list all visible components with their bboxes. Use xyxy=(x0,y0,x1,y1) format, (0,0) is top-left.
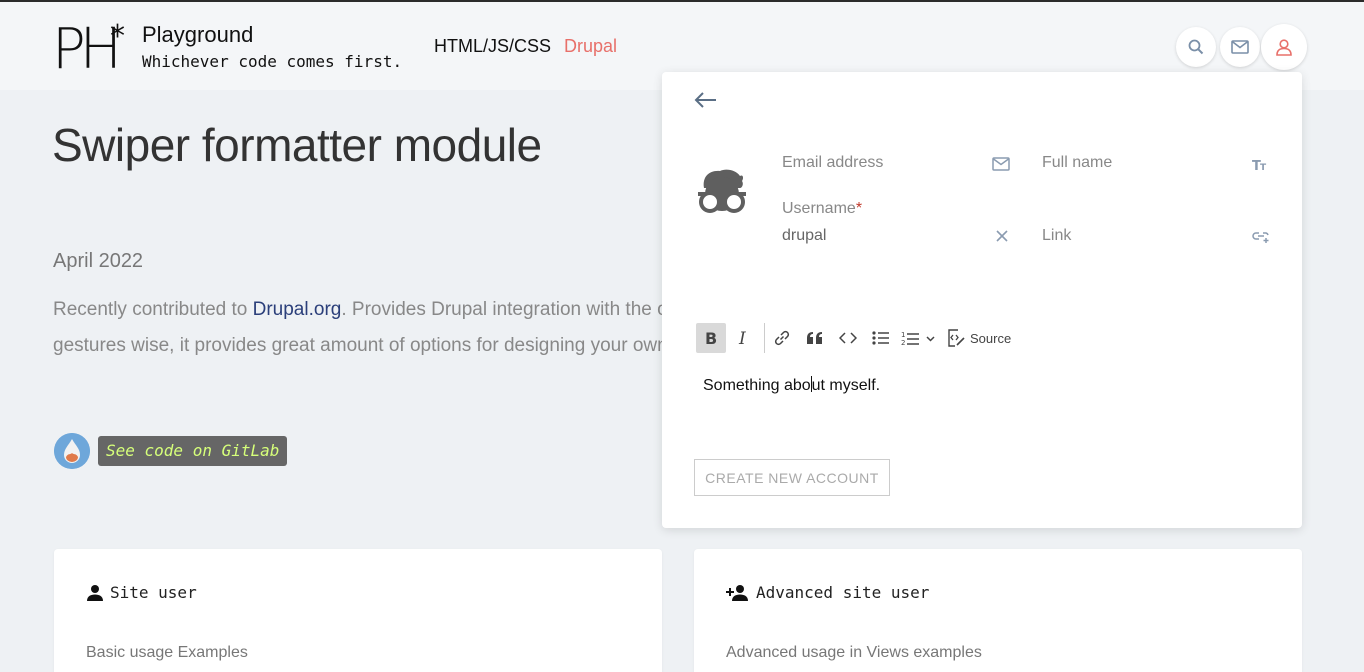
blockquote-button[interactable] xyxy=(800,323,830,353)
add-link-icon xyxy=(1252,232,1269,243)
create-account-panel: Email address Full name T T Username* dr… xyxy=(662,72,1302,528)
site-logo[interactable]: PH * xyxy=(52,18,132,74)
svg-text:1: 1 xyxy=(901,331,905,339)
link-button[interactable] xyxy=(767,323,797,353)
svg-text:I: I xyxy=(738,330,746,346)
card-subtitle: Advanced usage in Views examples xyxy=(726,644,982,661)
code-icon xyxy=(839,332,857,344)
card-subtitle: Basic usage Examples xyxy=(86,644,248,661)
required-marker: * xyxy=(855,200,863,217)
italic-button[interactable]: I xyxy=(729,323,759,353)
search-button[interactable] xyxy=(1176,27,1216,67)
card-title-text: Advanced site user xyxy=(756,583,930,602)
editor-toolbar: B I 1 2 Source xyxy=(696,323,1011,353)
svg-text:PH: PH xyxy=(52,18,116,74)
create-account-button[interactable]: CREATE NEW ACCOUNT xyxy=(694,459,890,496)
username-input[interactable]: drupal xyxy=(782,227,826,245)
source-label: Source xyxy=(970,330,1012,346)
mail-icon xyxy=(1231,40,1249,54)
clear-icon[interactable] xyxy=(993,228,1011,244)
gitlab-code-button[interactable]: See code on GitLab xyxy=(98,436,288,466)
add-person-icon xyxy=(726,584,748,601)
svg-text:B: B xyxy=(705,330,717,346)
username-label-text: Username xyxy=(782,200,856,217)
user-icon xyxy=(1276,39,1292,56)
search-icon xyxy=(1188,39,1204,55)
article-date: April 2022 xyxy=(53,250,144,272)
card-title: Advanced site user xyxy=(726,583,929,602)
user-account-button[interactable] xyxy=(1261,24,1307,70)
bulleted-list-button[interactable] xyxy=(866,323,896,353)
editor-text-before: Something abo xyxy=(703,377,811,394)
text-size-icon: T T xyxy=(1252,159,1267,172)
anonymous-avatar-icon[interactable] xyxy=(696,168,748,216)
quote-icon xyxy=(807,332,822,344)
nav-drupal[interactable]: Drupal xyxy=(564,36,617,57)
code-button[interactable] xyxy=(833,323,863,353)
full-name-field[interactable]: Full name xyxy=(1042,154,1112,172)
numbered-list-icon: 1 2 xyxy=(901,331,935,346)
editor-text-after: ut myself. xyxy=(811,377,881,394)
nav-html-js-css[interactable]: HTML/JS/CSS xyxy=(434,36,551,57)
italic-icon: I xyxy=(738,330,746,346)
mail-button[interactable] xyxy=(1220,27,1260,67)
advanced-site-user-card[interactable]: Advanced site user Advanced usage in Vie… xyxy=(694,549,1302,672)
desc-rest: . Provides Drupal integration with the o… xyxy=(341,299,689,320)
person-icon xyxy=(87,584,103,601)
username-label: Username* xyxy=(782,200,862,218)
desc-line2: gestures wise, it provides great amount … xyxy=(53,335,687,356)
card-title: Site user xyxy=(86,583,197,602)
bold-icon: B xyxy=(705,330,717,346)
email-field[interactable]: Email address xyxy=(782,154,883,172)
drupal-drop-icon xyxy=(54,433,90,469)
site-user-card[interactable]: Site user Basic usage Examples xyxy=(54,549,662,672)
source-icon xyxy=(948,329,965,347)
bulleted-list-icon xyxy=(872,331,889,345)
numbered-list-button[interactable]: 1 2 xyxy=(899,323,939,353)
card-title-text: Site user xyxy=(110,583,197,602)
link-field[interactable]: Link xyxy=(1042,227,1071,245)
site-title[interactable]: Playground xyxy=(142,22,253,48)
desc-prefix: Recently contributed to xyxy=(53,299,253,320)
svg-text:T: T xyxy=(1260,163,1267,172)
source-button[interactable]: Source xyxy=(946,329,1011,347)
site-tagline: Whichever code comes first. xyxy=(142,52,403,71)
article-description: Recently contributed to Drupal.org. Prov… xyxy=(53,292,693,364)
about-editor[interactable]: Something about myself. xyxy=(703,376,880,395)
toolbar-separator xyxy=(764,323,765,353)
bold-button[interactable]: B xyxy=(696,323,726,353)
svg-text:2: 2 xyxy=(901,339,905,346)
link-icon xyxy=(774,330,790,346)
page-title: Swiper formatter module xyxy=(52,119,542,171)
mail-icon xyxy=(992,157,1010,171)
drupal-org-link[interactable]: Drupal.org xyxy=(253,299,342,320)
svg-text:*: * xyxy=(110,19,125,54)
back-arrow-icon[interactable] xyxy=(694,90,718,110)
